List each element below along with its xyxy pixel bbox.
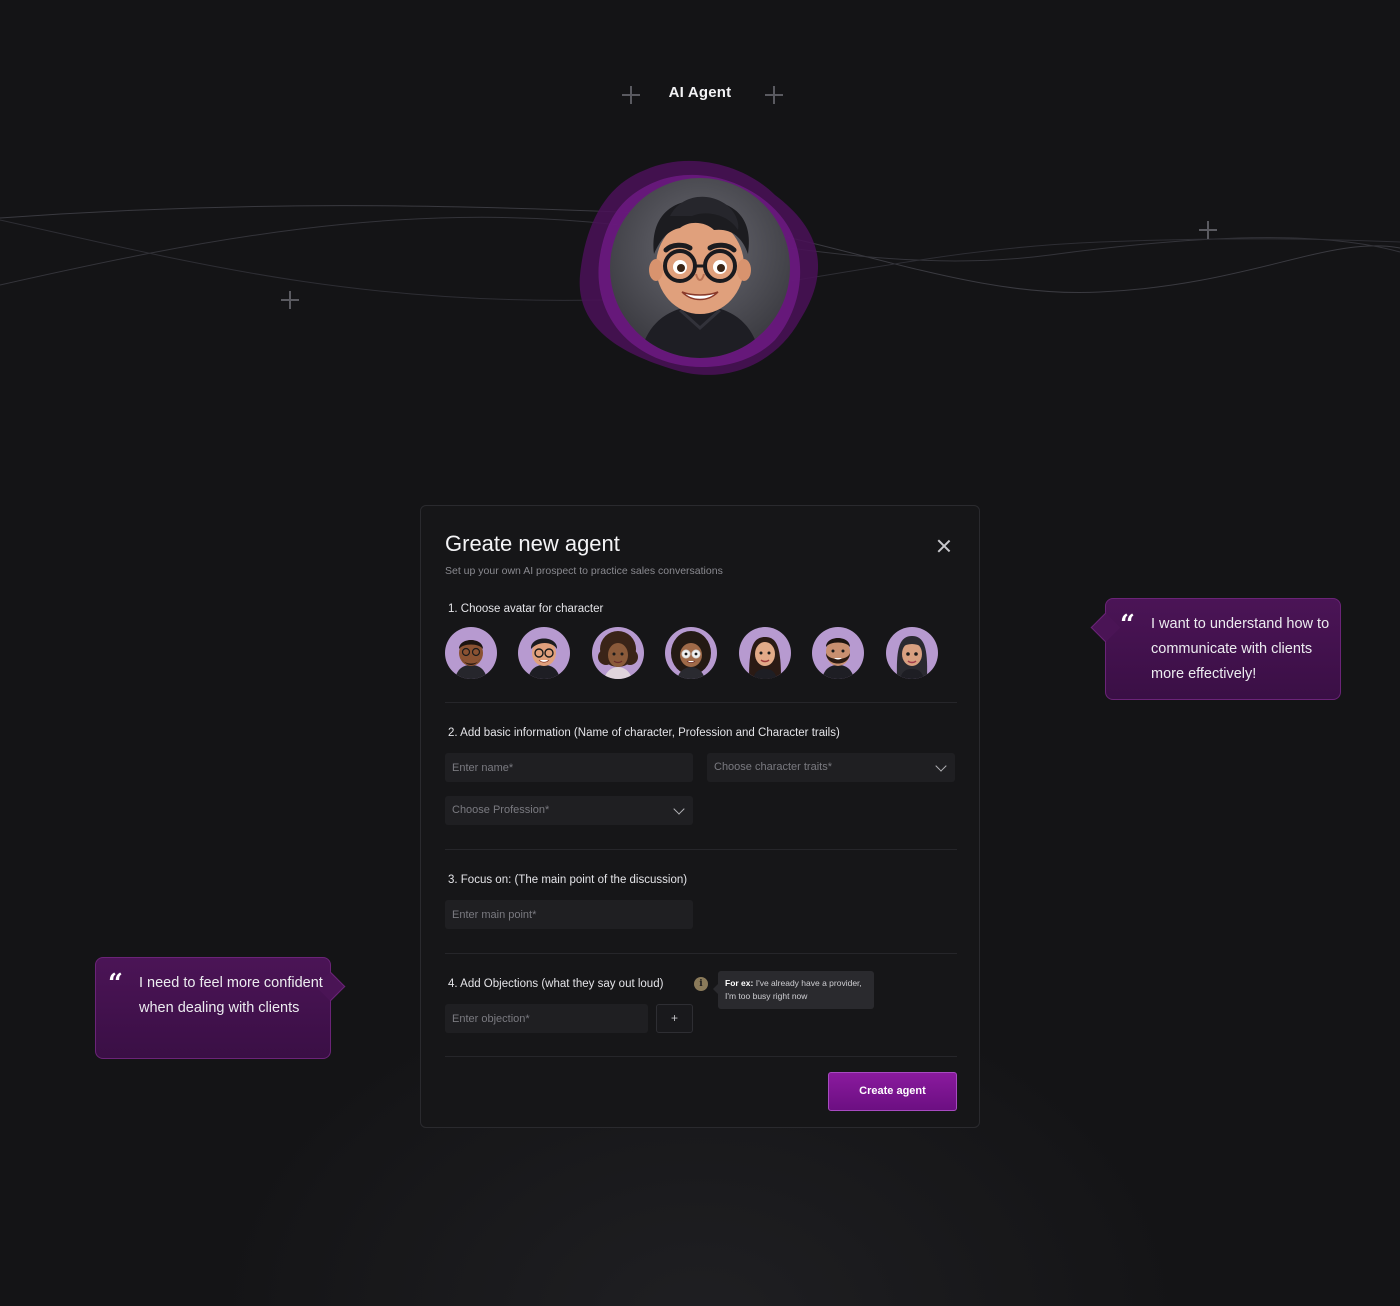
page-title: AI Agent — [668, 84, 732, 101]
divider — [445, 702, 957, 703]
name-input[interactable] — [445, 753, 693, 782]
divider — [445, 1056, 957, 1057]
section-label-focus: 3. Focus on: (The main point of the disc… — [448, 874, 688, 886]
modal-subtitle: Set up your own AI prospect to practice … — [445, 565, 723, 577]
profession-placeholder: Choose Profession* — [452, 804, 550, 816]
divider — [445, 849, 957, 850]
avatar-option-6[interactable] — [812, 627, 864, 679]
avatar-option-5[interactable] — [739, 627, 791, 679]
avatar-image — [610, 178, 790, 358]
quote-icon: “ — [108, 969, 123, 999]
section-label-objections: 4. Add Objections (what they say out lou… — [448, 978, 664, 990]
hero-avatar — [575, 155, 825, 380]
avatar-picker — [445, 627, 945, 681]
close-icon[interactable] — [935, 537, 953, 555]
tooltip-prefix: For ex: — [725, 978, 754, 988]
chevron-down-icon — [673, 803, 685, 815]
create-agent-modal: Greate new agent Set up your own AI pros… — [420, 505, 980, 1128]
avatar-option-1[interactable] — [445, 627, 497, 679]
profession-select[interactable]: Choose Profession* — [445, 796, 693, 825]
quote-text: I want to understand how to communicate … — [1151, 616, 1330, 682]
sparkle-icon — [1199, 221, 1217, 239]
create-agent-button[interactable]: Create agent — [828, 1072, 957, 1111]
modal-title: Greate new agent — [445, 531, 620, 556]
avatar-option-7[interactable] — [886, 627, 938, 679]
avatar-option-3[interactable] — [592, 627, 644, 679]
character-traits-select[interactable]: Choose character traits* — [707, 753, 955, 782]
objection-example-tooltip: For ex: I've already have a provider, I'… — [713, 971, 874, 1009]
objection-input[interactable] — [445, 1004, 648, 1033]
info-icon[interactable]: i — [694, 977, 708, 991]
character-traits-placeholder: Choose character traits* — [714, 761, 832, 773]
quote-bubble-right: “ I want to understand how to communicat… — [1090, 598, 1341, 700]
avatar-option-2[interactable] — [518, 627, 570, 679]
chevron-down-icon — [935, 760, 947, 772]
bubble-notch — [1090, 612, 1121, 643]
main-point-input[interactable] — [445, 900, 693, 929]
add-objection-button[interactable]: + — [656, 1004, 693, 1033]
section-label-basic-info: 2. Add basic information (Name of charac… — [448, 727, 840, 739]
sparkle-icon — [281, 291, 299, 309]
quote-text: I need to feel more confident when deali… — [139, 975, 323, 1016]
quote-bubble-left: “ I need to feel more confident when dea… — [95, 957, 346, 1059]
avatar-option-4[interactable] — [665, 627, 717, 679]
section-label-avatar: 1. Choose avatar for character — [448, 603, 604, 615]
divider — [445, 953, 957, 954]
quote-icon: “ — [1120, 610, 1135, 640]
